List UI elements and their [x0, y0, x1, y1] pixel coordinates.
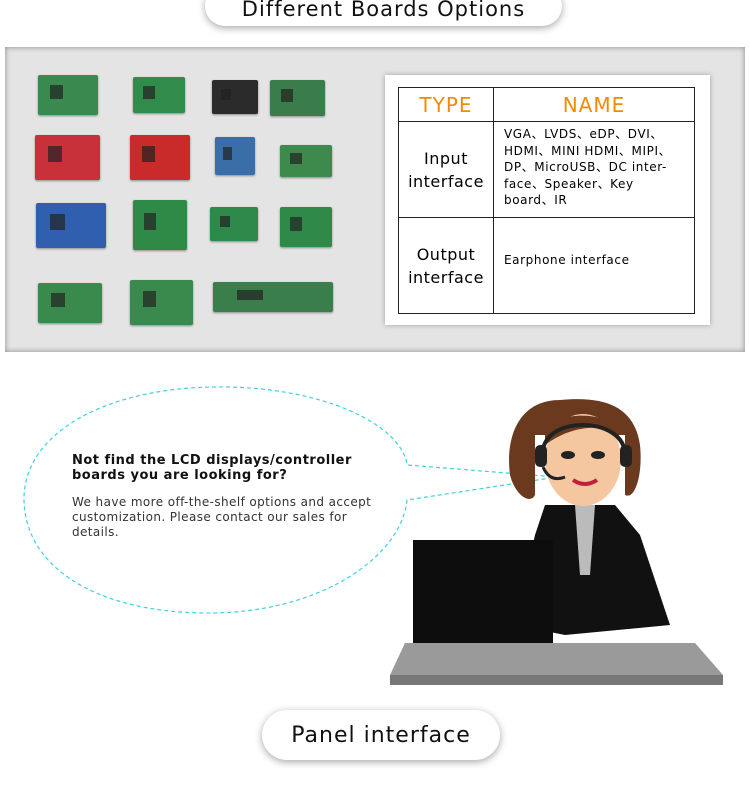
interface-table: TYPE NAME Input interface VGA、LVDS、eDP、DVI… — [398, 87, 695, 314]
type-output: Output interface — [398, 217, 494, 314]
controller-board-image — [133, 77, 185, 113]
controller-board-image — [280, 207, 332, 247]
controller-board-image — [133, 200, 187, 250]
header-name: NAME — [493, 87, 695, 122]
controller-board-image — [280, 145, 332, 177]
controller-board-image — [35, 135, 100, 180]
controller-board-image — [210, 207, 258, 241]
controller-board-image — [212, 80, 258, 114]
answer-text: We have more off-the-shelf options and a… — [72, 495, 372, 539]
desk-icon — [390, 643, 723, 685]
question-text: Not find the LCD displays/controller boa… — [72, 453, 352, 483]
controller-board-image — [38, 283, 102, 323]
controller-board-image — [36, 203, 106, 248]
controller-board-image — [38, 75, 98, 115]
support-agent-illustration — [390, 399, 723, 685]
controller-board-image — [215, 137, 255, 175]
interface-table-card: TYPE NAME Input interface VGA、LVDS、eDP、DVI… — [385, 75, 710, 325]
contact-message: Not find the LCD displays/controller boa… — [72, 453, 372, 540]
header-type: TYPE — [398, 87, 494, 122]
controller-board-image — [270, 80, 325, 116]
name-output: Earphone interface — [493, 217, 695, 314]
controller-board-image — [130, 135, 190, 180]
name-input: VGA、LVDS、eDP、DVI、HDMI、MINI HDMI、MIPI、DP、… — [493, 121, 695, 218]
controller-board-image — [130, 280, 193, 325]
panel-interface-title: Panel interface — [262, 710, 500, 760]
section-title: Different Boards Options — [205, 0, 562, 26]
type-input: Input interface — [398, 121, 494, 218]
controller-board-image — [213, 282, 333, 312]
